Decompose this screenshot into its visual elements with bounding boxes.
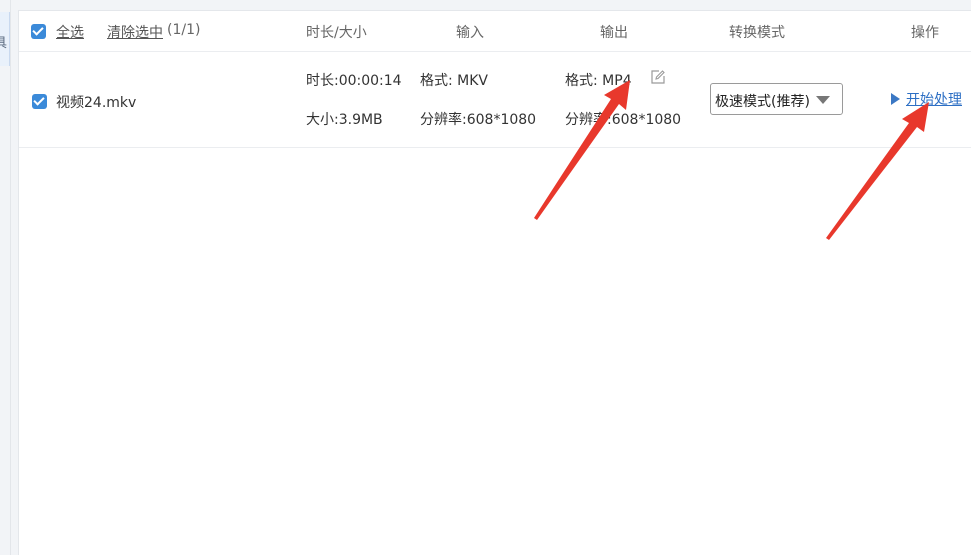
input-resolution: 分辨率:608*1080 bbox=[420, 112, 537, 128]
row-checkbox[interactable] bbox=[32, 94, 47, 109]
list-header: 全选 清除选中 (1/1) 时长/大小 输入 输出 转换模式 操作 bbox=[19, 11, 971, 52]
select-all-link[interactable]: 全选 bbox=[56, 22, 84, 42]
file-list-panel: 全选 清除选中 (1/1) 时长/大小 输入 输出 转换模式 操作 视频24.m… bbox=[18, 10, 971, 555]
column-header-output: 输出 bbox=[600, 25, 628, 41]
sidebar-strip: 具 bbox=[0, 0, 11, 555]
chevron-down-icon bbox=[816, 96, 830, 104]
start-processing-label: 开始处理 bbox=[906, 92, 962, 108]
output-format: 格式: MP4 bbox=[565, 73, 632, 89]
start-processing-button[interactable]: 开始处理 bbox=[891, 89, 962, 109]
output-resolution: 分辨率:608*1080 bbox=[565, 112, 682, 128]
input-format: 格式: MKV bbox=[420, 73, 489, 89]
mode-select[interactable]: 极速模式(推荐) bbox=[710, 83, 843, 115]
sidebar-tab[interactable]: 具 bbox=[0, 12, 10, 66]
file-name: 视频24.mkv bbox=[56, 95, 137, 111]
selection-count: (1/1) bbox=[167, 22, 201, 38]
clear-selection-link[interactable]: 清除选中 bbox=[107, 22, 163, 42]
app-root: 具 全选 清除选中 (1/1) 时长/大小 输入 输出 转换模式 操作 视频24… bbox=[0, 0, 971, 555]
size-value: 大小:3.9MB bbox=[306, 112, 383, 128]
column-header-input: 输入 bbox=[456, 25, 484, 41]
mode-select-value: 极速模式(推荐) bbox=[715, 94, 810, 110]
edit-icon[interactable] bbox=[651, 70, 665, 84]
duration-value: 时长:00:00:14 bbox=[306, 73, 402, 89]
table-row: 视频24.mkv 时长:00:00:14 大小:3.9MB 格式: MKV 分辨… bbox=[19, 52, 971, 148]
sidebar-tab-label: 具 bbox=[0, 32, 7, 51]
column-header-action: 操作 bbox=[911, 25, 939, 41]
select-all-checkbox[interactable] bbox=[31, 24, 46, 39]
play-icon bbox=[891, 93, 900, 105]
column-header-mode: 转换模式 bbox=[729, 25, 785, 41]
column-header-duration-size: 时长/大小 bbox=[306, 25, 367, 41]
